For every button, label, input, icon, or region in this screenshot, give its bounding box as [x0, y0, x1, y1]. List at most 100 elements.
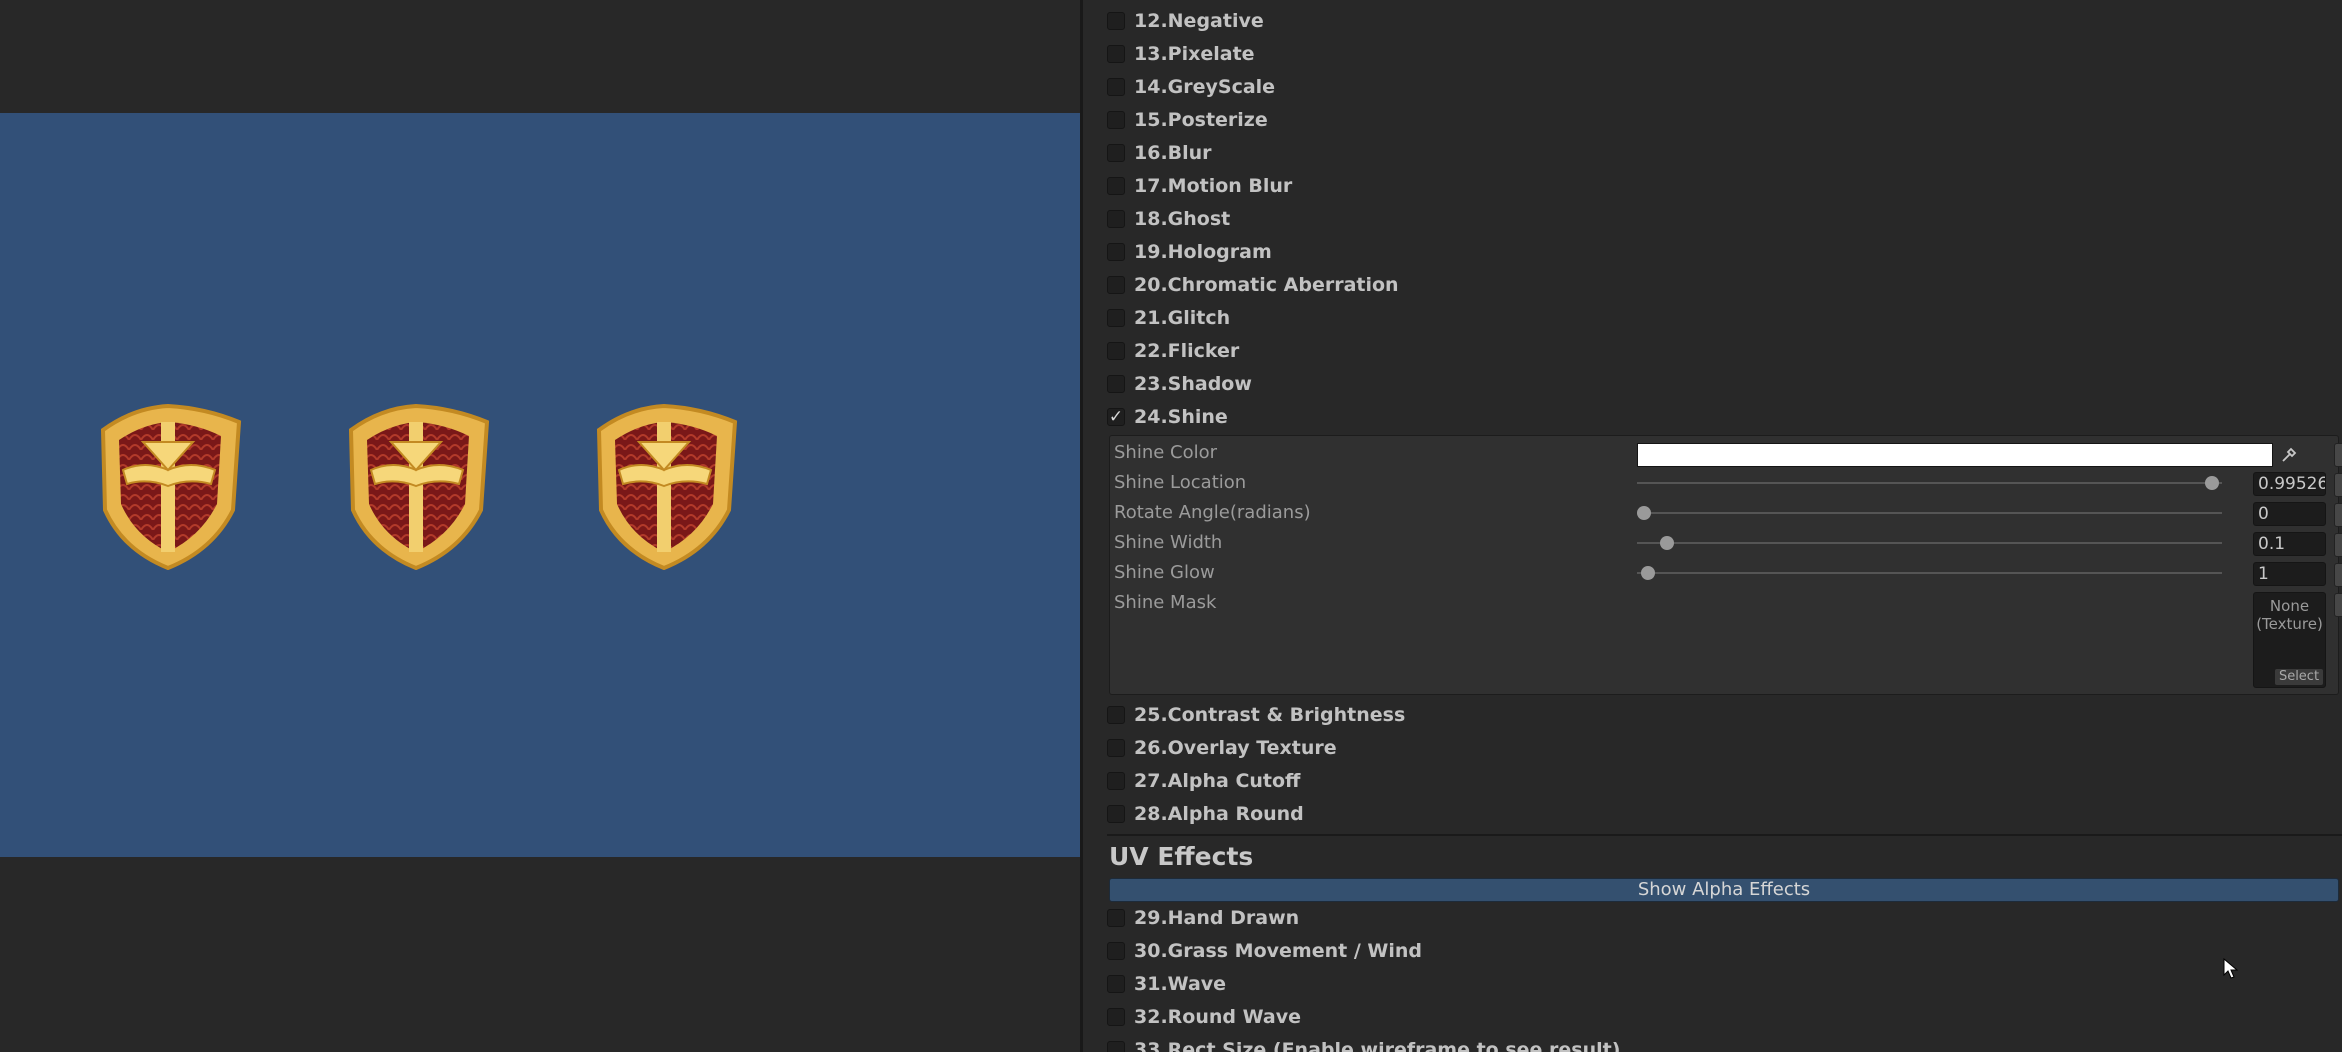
rotate-angle-input[interactable]: 0: [2253, 502, 2326, 526]
effect-row-flicker[interactable]: 22.Flicker: [1107, 336, 1239, 366]
rotate-angle-label: Rotate Angle(radians): [1114, 502, 1311, 523]
effect-checkbox[interactable]: [1107, 1008, 1125, 1026]
effect-label: 17.Motion Blur: [1134, 175, 1293, 197]
effect-row-negative[interactable]: 12.Negative: [1107, 6, 1264, 36]
shield-sprite: [348, 403, 490, 570]
effect-checkbox[interactable]: [1107, 276, 1125, 294]
effect-label: 15.Posterize: [1134, 109, 1268, 131]
scene-view[interactable]: [0, 0, 1080, 1052]
effect-row-shine[interactable]: ✓ 24.Shine: [1107, 402, 1228, 432]
effect-checkbox[interactable]: [1107, 706, 1125, 724]
effect-row-wave[interactable]: 31.Wave: [1107, 969, 1226, 999]
shield-sprite: [100, 403, 242, 570]
effect-label: 18.Ghost: [1134, 208, 1231, 230]
effect-label: 31.Wave: [1134, 973, 1227, 995]
effect-checkbox[interactable]: [1107, 375, 1125, 393]
effect-label: 32.Round Wave: [1134, 1006, 1301, 1028]
reset-shine-glow-button[interactable]: R: [2334, 563, 2342, 587]
eyedropper-icon[interactable]: [2276, 443, 2302, 467]
texture-none-text: None (Texture): [2256, 597, 2323, 633]
reset-rotate-angle-button[interactable]: R: [2334, 503, 2342, 527]
effect-checkbox[interactable]: [1107, 309, 1125, 327]
effect-checkbox[interactable]: [1107, 111, 1125, 129]
shine-width-input[interactable]: 0.1: [2253, 532, 2326, 556]
mouse-cursor-icon: [2223, 958, 2239, 979]
effect-label: 25.Contrast & Brightness: [1134, 704, 1406, 726]
effect-row-contrast-brightness[interactable]: 25.Contrast & Brightness: [1107, 700, 1405, 730]
shield-sprite: [596, 403, 738, 570]
effect-row-pixelate[interactable]: 13.Pixelate: [1107, 39, 1255, 69]
effect-label: 24.Shine: [1134, 406, 1228, 428]
shine-glow-input[interactable]: 1: [2253, 562, 2326, 586]
slider-knob[interactable]: [1659, 536, 1674, 550]
effect-checkbox[interactable]: [1107, 45, 1125, 63]
reset-shine-width-button[interactable]: R: [2334, 533, 2342, 557]
effect-checkbox[interactable]: [1107, 975, 1125, 993]
inspector-panel: 12.Negative 13.Pixelate 14.GreyScale 15.…: [1083, 0, 2342, 1052]
effect-row-hologram[interactable]: 19.Hologram: [1107, 237, 1272, 267]
slider-knob[interactable]: [2205, 476, 2220, 490]
effect-label: 27.Alpha Cutoff: [1134, 770, 1301, 792]
effect-label: 22.Flicker: [1134, 340, 1240, 362]
shine-glow-slider[interactable]: [1637, 566, 2222, 580]
shine-width-slider[interactable]: [1637, 536, 2222, 550]
uv-effects-title: UV Effects: [1109, 842, 1254, 871]
effect-label: 13.Pixelate: [1134, 43, 1255, 65]
effect-checkbox-checked[interactable]: ✓: [1107, 407, 1125, 427]
shine-location-input[interactable]: 0.99526: [2253, 472, 2326, 496]
effect-label: 30.Grass Movement / Wind: [1134, 940, 1422, 962]
effect-row-overlay-texture[interactable]: 26.Overlay Texture: [1107, 733, 1337, 763]
effect-checkbox[interactable]: [1107, 144, 1125, 162]
effect-row-round-wave[interactable]: 32.Round Wave: [1107, 1002, 1301, 1032]
effect-row-grass-movement[interactable]: 30.Grass Movement / Wind: [1107, 936, 1422, 966]
texture-select-button[interactable]: Select: [2275, 669, 2323, 685]
slider-knob[interactable]: [1637, 506, 1651, 520]
effect-label: 16.Blur: [1134, 142, 1212, 164]
shine-color-field[interactable]: [1637, 443, 2273, 467]
effect-label: 12.Negative: [1134, 10, 1264, 32]
effect-label: 21.Glitch: [1134, 307, 1231, 329]
effect-label: 23.Shadow: [1134, 373, 1252, 395]
effect-checkbox[interactable]: [1107, 210, 1125, 228]
effect-row-chromatic-aberration[interactable]: 20.Chromatic Aberration: [1107, 270, 1399, 300]
effect-label: 19.Hologram: [1134, 241, 1272, 263]
effect-checkbox[interactable]: [1107, 942, 1125, 960]
rotate-angle-slider[interactable]: [1637, 506, 2222, 520]
reset-shine-location-button[interactable]: R: [2334, 473, 2342, 497]
effect-checkbox[interactable]: [1107, 909, 1125, 927]
effect-checkbox[interactable]: [1107, 78, 1125, 96]
game-canvas[interactable]: [0, 113, 1080, 857]
effect-row-motion-blur[interactable]: 17.Motion Blur: [1107, 171, 1292, 201]
effect-row-alpha-round[interactable]: 28.Alpha Round: [1107, 799, 1304, 829]
effect-row-alpha-cutoff[interactable]: 27.Alpha Cutoff: [1107, 766, 1300, 796]
effect-label: 28.Alpha Round: [1134, 803, 1304, 825]
effect-row-hand-drawn[interactable]: 29.Hand Drawn: [1107, 903, 1299, 933]
effect-checkbox[interactable]: [1107, 805, 1125, 823]
shine-mask-label: Shine Mask: [1114, 592, 1217, 613]
shine-location-label: Shine Location: [1114, 472, 1247, 493]
effect-checkbox[interactable]: [1107, 177, 1125, 195]
reset-shine-color-button[interactable]: R: [2334, 443, 2342, 467]
effect-checkbox[interactable]: [1107, 739, 1125, 757]
effect-row-shadow[interactable]: 23.Shadow: [1107, 369, 1252, 399]
effect-row-ghost[interactable]: 18.Ghost: [1107, 204, 1230, 234]
reset-shine-mask-button[interactable]: R: [2334, 593, 2342, 617]
effect-row-rect-size[interactable]: 33.Rect Size (Enable wireframe to see re…: [1107, 1035, 1620, 1052]
effect-row-greyscale[interactable]: 14.GreyScale: [1107, 72, 1275, 102]
slider-knob[interactable]: [1640, 566, 1655, 580]
effect-checkbox[interactable]: [1107, 342, 1125, 360]
show-alpha-effects-button[interactable]: Show Alpha Effects: [1109, 878, 2339, 902]
effect-label: 26.Overlay Texture: [1134, 737, 1337, 759]
section-separator: [1107, 834, 2342, 836]
effect-checkbox[interactable]: [1107, 772, 1125, 790]
effect-label: 33.Rect Size (Enable wireframe to see re…: [1134, 1039, 1621, 1052]
effect-row-blur[interactable]: 16.Blur: [1107, 138, 1212, 168]
shine-location-slider[interactable]: [1637, 476, 2222, 490]
effect-checkbox[interactable]: [1107, 12, 1125, 30]
shine-mask-texture-slot[interactable]: None (Texture) Select: [2253, 592, 2326, 688]
effect-checkbox[interactable]: [1107, 243, 1125, 261]
effect-checkbox[interactable]: [1107, 1041, 1125, 1052]
shine-glow-label: Shine Glow: [1114, 562, 1215, 583]
effect-row-posterize[interactable]: 15.Posterize: [1107, 105, 1268, 135]
effect-row-glitch[interactable]: 21.Glitch: [1107, 303, 1230, 333]
